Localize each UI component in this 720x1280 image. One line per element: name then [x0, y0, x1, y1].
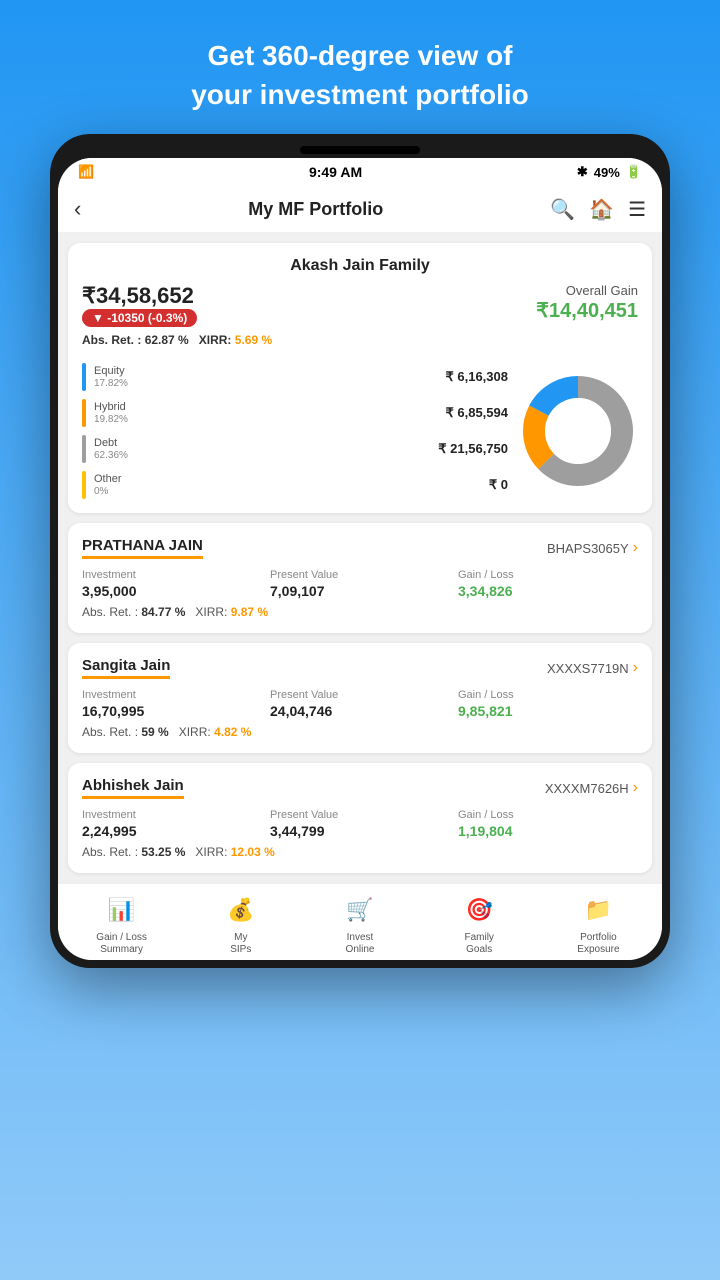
back-button[interactable]: ‹ — [74, 196, 81, 222]
bottom-nav: 📊 Gain / LossSummary 💰 MySIPs 🛒 InvestOn… — [58, 883, 662, 960]
status-time: 9:49 AM — [309, 164, 362, 180]
breakdown-equity: Equity17.82% ₹ 6,16,308 — [82, 363, 508, 391]
wifi-icon: 📶 — [78, 164, 94, 180]
invest-label-1: Investment — [82, 569, 262, 581]
portfolio-exposure-icon: 📁 — [580, 892, 616, 928]
content-area: Akash Jain Family ₹34,58,652 ▼ -10350 (-… — [58, 233, 662, 883]
abs-ret-value: 62.87 % — [145, 333, 189, 347]
gain-label-2: Gain / Loss — [458, 689, 638, 701]
person-id-text-2: XXXXS7719N — [547, 661, 629, 676]
phone-screen: 📶 9:49 AM ✱ 49% 🔋 ‹ My MF Portfolio 🔍 🏠 … — [58, 158, 662, 960]
pv-label-3: Present Value — [270, 809, 450, 821]
xirr-value: 5.69 % — [235, 333, 272, 347]
person-card-3: Abhishek Jain XXXXM7626H › Investment 2,… — [68, 763, 652, 873]
invest-label-3: Investment — [82, 809, 262, 821]
battery-icon: 🔋 — [626, 164, 642, 180]
phone-wrapper: 📶 9:49 AM ✱ 49% 🔋 ‹ My MF Portfolio 🔍 🏠 … — [50, 134, 670, 968]
person-id-3[interactable]: XXXXM7626H › — [545, 779, 638, 797]
person-id-1[interactable]: BHAPS3065Y › — [547, 539, 638, 557]
portfolio-summary-card: Akash Jain Family ₹34,58,652 ▼ -10350 (-… — [68, 243, 652, 513]
header-line2: your investment portfolio — [191, 79, 529, 110]
search-icon[interactable]: 🔍 — [550, 197, 575, 222]
portfolio-exposure-label: PortfolioExposure — [577, 932, 619, 956]
family-goals-icon: 🎯 — [461, 892, 497, 928]
total-amount: ₹34,58,652 — [82, 283, 272, 309]
gain-val-2: 9,85,821 — [458, 703, 638, 719]
invest-val-3: 2,24,995 — [82, 823, 262, 839]
invest-online-icon: 🛒 — [342, 892, 378, 928]
battery-level: 49% — [594, 165, 620, 180]
nav-bar: ‹ My MF Portfolio 🔍 🏠 ☰ — [58, 186, 662, 233]
invest-val-1: 3,95,000 — [82, 583, 262, 599]
person-stats-3: Investment 2,24,995 Present Value 3,44,7… — [82, 809, 638, 839]
menu-icon[interactable]: ☰ — [628, 197, 646, 222]
person-stats-2: Investment 16,70,995 Present Value 24,04… — [82, 689, 638, 719]
donut-chart — [518, 371, 638, 491]
pv-val-2: 24,04,746 — [270, 703, 450, 719]
bottom-nav-invest-online[interactable]: 🛒 InvestOnline — [300, 892, 419, 956]
gain-label-3: Gain / Loss — [458, 809, 638, 821]
nav-title: My MF Portfolio — [248, 199, 383, 220]
pv-label-1: Present Value — [270, 569, 450, 581]
person-id-text-1: BHAPS3065Y — [547, 541, 629, 556]
person-name-1: PRATHANA JAIN — [82, 537, 203, 559]
person-stats-1: Investment 3,95,000 Present Value 7,09,1… — [82, 569, 638, 599]
family-name: Akash Jain Family — [82, 257, 638, 275]
gain-val-1: 3,34,826 — [458, 583, 638, 599]
person-arrow-3: › — [633, 779, 638, 797]
gain-loss-icon: 📊 — [104, 892, 140, 928]
invest-online-label: InvestOnline — [346, 932, 375, 956]
xirr-label: XIRR: — [199, 333, 232, 347]
pv-val-1: 7,09,107 — [270, 583, 450, 599]
person-arrow-2: › — [633, 659, 638, 677]
abs-ret-label: Abs. Ret. : — [82, 333, 141, 347]
overall-gain-label: Overall Gain — [536, 283, 638, 298]
invest-label-2: Investment — [82, 689, 262, 701]
person-card-2: Sangita Jain XXXXS7719N › Investment 16,… — [68, 643, 652, 753]
person-abs-3: Abs. Ret. : 53.25 % XIRR: 12.03 % — [82, 845, 638, 859]
breakdown-hybrid: Hybrid19.82% ₹ 6,85,594 — [82, 399, 508, 427]
home-icon[interactable]: 🏠 — [589, 197, 614, 222]
breakdown-debt: Debt62.36% ₹ 21,56,750 — [82, 435, 508, 463]
my-sips-icon: 💰 — [223, 892, 259, 928]
person-arrow-1: › — [633, 539, 638, 557]
person-name-3: Abhishek Jain — [82, 777, 184, 799]
bottom-nav-gain-loss[interactable]: 📊 Gain / LossSummary — [62, 892, 181, 956]
gain-label-1: Gain / Loss — [458, 569, 638, 581]
person-id-2[interactable]: XXXXS7719N › — [547, 659, 638, 677]
bottom-nav-family-goals[interactable]: 🎯 FamilyGoals — [420, 892, 539, 956]
breakdown-other: Other0% ₹ 0 — [82, 471, 508, 499]
bottom-nav-my-sips[interactable]: 💰 MySIPs — [181, 892, 300, 956]
gain-loss-label: Gain / LossSummary — [96, 932, 147, 956]
promo-header: Get 360-degree view of your investment p… — [151, 0, 569, 134]
loss-badge: ▼ -10350 (-0.3%) — [82, 309, 197, 327]
status-bar: 📶 9:49 AM ✱ 49% 🔋 — [58, 158, 662, 186]
pv-val-3: 3,44,799 — [270, 823, 450, 839]
my-sips-label: MySIPs — [230, 932, 251, 956]
gain-val-3: 1,19,804 — [458, 823, 638, 839]
invest-val-2: 16,70,995 — [82, 703, 262, 719]
person-name-2: Sangita Jain — [82, 657, 170, 679]
person-abs-1: Abs. Ret. : 84.77 % XIRR: 9.87 % — [82, 605, 638, 619]
overall-gain-value: ₹14,40,451 — [536, 298, 638, 323]
bottom-nav-portfolio-exposure[interactable]: 📁 PortfolioExposure — [539, 892, 658, 956]
person-card-1: PRATHANA JAIN BHAPS3065Y › Investment 3,… — [68, 523, 652, 633]
person-id-text-3: XXXXM7626H — [545, 781, 629, 796]
person-abs-2: Abs. Ret. : 59 % XIRR: 4.82 % — [82, 725, 638, 739]
pv-label-2: Present Value — [270, 689, 450, 701]
family-goals-label: FamilyGoals — [464, 932, 493, 956]
bluetooth-icon: ✱ — [577, 164, 588, 180]
header-line1: Get 360-degree view of — [207, 40, 512, 71]
